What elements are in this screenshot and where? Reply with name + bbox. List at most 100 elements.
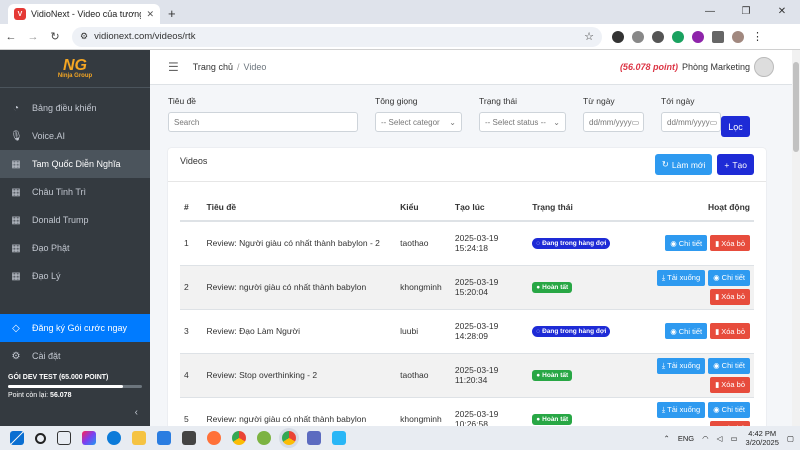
extension-icon[interactable] [672, 30, 684, 43]
chrome-icon[interactable] [232, 431, 246, 445]
new-tab-icon[interactable]: + [168, 6, 176, 21]
sidebar-item-subscribe[interactable]: ◇ Đăng ký Gói cước ngay [0, 314, 150, 342]
search-icon[interactable] [35, 432, 46, 444]
to-date-input[interactable]: dd/mm/yyyy ▭ [661, 112, 721, 132]
sidebar-item-label: Đạo Phật [32, 243, 70, 253]
sidebar-item-dao-ly[interactable]: ▦ Đạo Lý [0, 262, 150, 290]
delete-button[interactable]: ▮Xóa bỏ [710, 376, 750, 393]
close-tab-icon[interactable]: ✕ [146, 9, 154, 20]
minimize-icon[interactable]: — [692, 0, 728, 24]
address-bar[interactable]: ⚙ vidionext.com/videos/rtk ☆ [72, 26, 602, 47]
extension-icon[interactable] [652, 30, 664, 43]
wifi-icon[interactable]: ◠ [702, 434, 709, 443]
download-button[interactable]: ⤓ Tải xuống [656, 269, 706, 286]
sidebar-item-label: Donald Trump [32, 215, 89, 225]
browser-tab[interactable]: V VidioNext - Video của tương lai ✕ [8, 4, 160, 24]
windows-taskbar: ⌃ ENG ◠ ◁ ▭ 4:42 PM 3/20/2025 ▢ [0, 426, 800, 450]
file-explorer-icon[interactable] [132, 431, 146, 445]
clock[interactable]: 4:42 PM 3/20/2025 [746, 429, 779, 447]
cell-type: luubi [396, 308, 451, 353]
videos-card: Videos ↻ Làm mới + Tạo # Tiêu đề Kiểu Tạo … [168, 148, 766, 426]
app-icon[interactable] [332, 431, 346, 445]
collapse-sidebar-icon[interactable]: ‹ [135, 407, 138, 418]
app-icon[interactable] [307, 431, 321, 445]
chevron-down-icon: ⌄ [449, 117, 456, 127]
plan-remaining-label: Point còn lại: [8, 392, 49, 399]
detail-button[interactable]: ◉ Chi tiết [665, 235, 708, 252]
breadcrumb-home[interactable]: Trang chủ [193, 62, 233, 72]
voice-select[interactable]: -- Select categor ⌄ [375, 112, 462, 132]
search-placeholder: Search [174, 117, 200, 127]
mail-icon[interactable] [157, 431, 171, 445]
calendar-icon[interactable]: ▭ [632, 118, 640, 127]
avatar[interactable] [754, 57, 774, 77]
extension-icon[interactable] [612, 30, 624, 43]
puzzle-icon[interactable] [712, 30, 724, 43]
cell-title: Review: Đạo Làm Người [202, 308, 397, 353]
hamburger-menu-icon[interactable]: ☰ [168, 60, 179, 74]
detail-button[interactable]: ◉ Chi tiết [665, 323, 708, 339]
page-scrollbar[interactable] [792, 50, 800, 426]
film-icon: ▦ [11, 242, 21, 254]
sidebar-item-dao-phat[interactable]: ▦ Đạo Phật [0, 234, 150, 262]
sidebar-item-voice-ai[interactable]: 🎙︎ Voice.AI [0, 122, 150, 150]
close-window-icon[interactable]: ✕ [764, 0, 800, 24]
delete-button[interactable]: ▮Xóa bỏ [710, 235, 750, 252]
eye-icon: ◉ [713, 405, 720, 415]
cell-title: Review: người giàu có nhất thành babylon [202, 396, 397, 426]
battery-icon[interactable]: ▭ [730, 434, 737, 443]
site-info-icon[interactable]: ⚙ [80, 31, 88, 42]
scrollbar-thumb[interactable] [793, 62, 799, 152]
firefox-icon[interactable] [207, 431, 221, 445]
volume-icon[interactable]: ◁ [717, 434, 723, 443]
language-indicator[interactable]: ENG [678, 434, 694, 443]
breadcrumb-current: Video [243, 62, 267, 72]
logo-name: Ninja Group [57, 73, 93, 79]
extension-icon[interactable] [692, 30, 704, 43]
cell-type: khongminh [396, 396, 451, 426]
store-icon[interactable] [182, 431, 196, 445]
notifications-icon[interactable]: ▢ [787, 434, 794, 443]
create-button[interactable]: + Tạo [717, 154, 754, 175]
cell-time: 11:20:34 [454, 375, 488, 385]
sidebar-item-chau-tinh-tri[interactable]: ▦ Châu Tinh Trì [0, 178, 150, 206]
app-icon[interactable] [257, 431, 271, 445]
profile-avatar[interactable] [732, 30, 744, 43]
back-icon[interactable]: ← [0, 31, 22, 43]
delete-button[interactable]: ▮Xóa bỏ [710, 288, 750, 305]
clock-time: 4:42 PM [748, 429, 777, 438]
detail-button[interactable]: ◉ Chi tiết [708, 269, 750, 286]
refresh-button[interactable]: ↻ Làm mới [654, 154, 713, 175]
brand-logo[interactable]: NG Ninja Group [0, 50, 150, 88]
filter-button[interactable]: Lọc [721, 116, 750, 137]
extension-icon[interactable] [632, 30, 644, 43]
windows-start-icon[interactable] [10, 431, 24, 445]
task-view-icon[interactable] [57, 431, 71, 445]
sidebar-item-tam-quoc[interactable]: ▦ Tam Quốc Diễn Nghĩa [0, 150, 150, 178]
copilot-icon[interactable] [82, 431, 96, 445]
delete-button[interactable]: ▮Xóa bỏ [710, 323, 750, 339]
from-date-input[interactable]: dd/mm/yyyy ▭ [583, 112, 644, 132]
status-select[interactable]: -- Select status -- ⌄ [479, 112, 566, 132]
sidebar-item-dashboard[interactable]: ◔ Bảng điều khiển [0, 94, 150, 122]
maximize-icon[interactable]: ❐ [728, 0, 764, 24]
title-search-input[interactable]: Search [168, 112, 358, 132]
download-button[interactable]: ⤓ Tải xuống [656, 357, 706, 374]
detail-button[interactable]: ◉ Chi tiết [708, 357, 750, 374]
cell-title: Review: người giàu có nhất thành babylon [202, 264, 397, 309]
menu-kebab-icon[interactable]: ⋮ [752, 31, 764, 43]
download-button[interactable]: ⤓ Tải xuống [656, 401, 706, 418]
account-menu[interactable]: (56.078 point) Phòng Marketing [620, 57, 774, 77]
bookmark-star-icon[interactable]: ☆ [584, 30, 594, 43]
sidebar-item-donald-trump[interactable]: ▦ Donald Trump [0, 206, 150, 234]
chrome-active-icon[interactable] [282, 431, 296, 445]
calendar-icon[interactable]: ▭ [710, 118, 718, 127]
film-icon: ▦ [11, 158, 21, 170]
reload-icon[interactable]: ↻ [44, 30, 66, 43]
delete-label: Xóa bỏ [721, 380, 745, 389]
detail-button[interactable]: ◉ Chi tiết [708, 401, 750, 418]
forward-icon[interactable]: → [22, 31, 44, 43]
tray-chevron-icon[interactable]: ⌃ [664, 434, 670, 443]
sidebar-item-settings[interactable]: ⚙ Cài đặt [0, 342, 150, 370]
edge-icon[interactable] [107, 431, 121, 445]
